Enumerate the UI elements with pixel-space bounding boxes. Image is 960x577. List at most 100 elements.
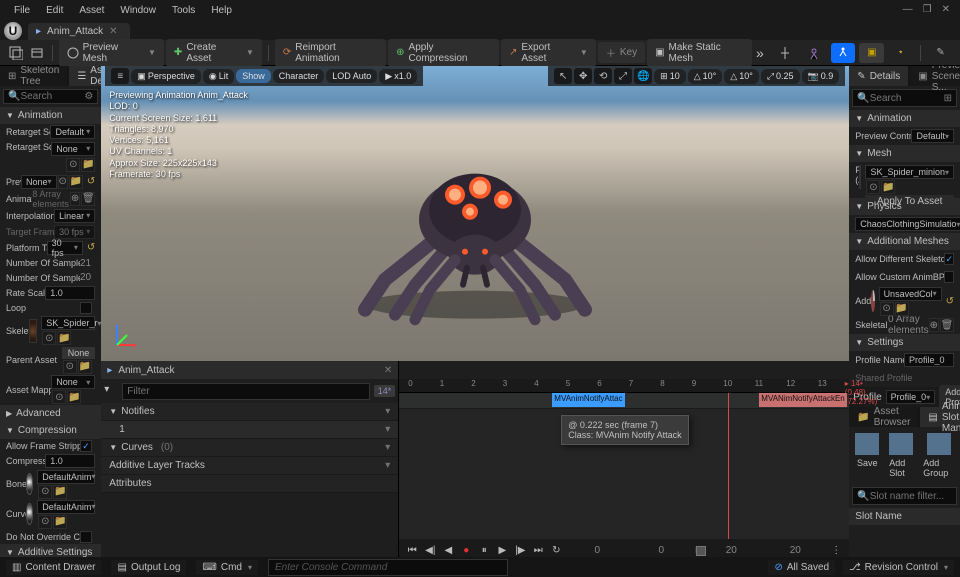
preview-pose-dropdown[interactable]: None▾: [21, 175, 57, 189]
start-frame[interactable]: 0: [567, 545, 627, 556]
do-not-override-checkbox[interactable]: [80, 531, 92, 543]
loop-icon[interactable]: ↻: [549, 543, 563, 557]
anim-asset-tab[interactable]: ▸ Anim_Attack ✕: [101, 361, 398, 379]
notify-subtrack[interactable]: 1▾: [101, 421, 398, 439]
use-icon[interactable]: ⊙: [880, 302, 894, 316]
use-icon[interactable]: ⊙: [38, 515, 52, 529]
skeleton-tree-tab[interactable]: ⊞Skeleton Tree: [0, 66, 67, 86]
preview-mesh-thumb[interactable]: [859, 165, 862, 189]
curve-compression-thumb[interactable]: [26, 503, 33, 525]
browse-icon[interactable]: [27, 43, 46, 63]
compression-error-input[interactable]: [45, 454, 95, 468]
add-group-button[interactable]: Add Group: [923, 433, 954, 478]
profile-dropdown[interactable]: Profile_0▾: [886, 390, 936, 404]
use-icon[interactable]: ⊙: [52, 390, 66, 404]
scrubhead[interactable]: [728, 393, 729, 539]
menu-asset[interactable]: Asset: [71, 3, 112, 18]
content-drawer-button[interactable]: ▥Content Drawer: [6, 560, 101, 575]
close-icon[interactable]: ✕: [384, 365, 392, 376]
browse-icon[interactable]: 📁: [881, 180, 895, 194]
bone-compression-thumb[interactable]: [26, 473, 33, 495]
use-icon[interactable]: ⊙: [38, 485, 52, 499]
window-maximize[interactable]: ❐: [923, 4, 932, 15]
step-fwd-icon[interactable]: |▶: [513, 543, 527, 557]
browse-icon[interactable]: 📁: [78, 360, 92, 374]
notifies-track[interactable]: ▼Notifies▾: [101, 403, 398, 421]
pause-icon[interactable]: ⏸: [477, 543, 491, 557]
preview-scene-tab[interactable]: ▣Preview Scene S...✕: [910, 66, 960, 86]
apply-compression-button[interactable]: ⊕Apply Compression: [388, 39, 499, 67]
make-static-mesh-button[interactable]: ▣Make Static Mesh: [647, 39, 752, 67]
compression-section[interactable]: ▼Compression: [0, 422, 101, 439]
document-tab[interactable]: ▸ Anim_Attack ✕: [28, 23, 130, 40]
vp-world-icon[interactable]: 🌐: [634, 68, 652, 84]
browse-icon[interactable]: 📁: [895, 302, 909, 316]
timeline-ruler[interactable]: 0 1 2 3 4 5 6 7 8 9 10 11 12 13 ▸ 14• (0…: [399, 379, 849, 393]
close-icon[interactable]: ✕: [109, 26, 117, 37]
vp-rotate-icon[interactable]: ⟲: [594, 68, 612, 84]
skeleton-thumb[interactable]: [29, 319, 38, 343]
lit-button[interactable]: ◉Lit: [203, 69, 234, 84]
reset-icon[interactable]: ↺: [87, 242, 95, 253]
skeleton-mode-icon[interactable]: [773, 43, 798, 63]
notifies-track-row[interactable]: MVAnimNotifyAttac MVANimNotifyAttackEn: [399, 393, 849, 409]
play-icon[interactable]: ▶: [495, 543, 509, 557]
cmd-button[interactable]: ⌨Cmd▾: [196, 560, 258, 575]
add-icon[interactable]: ⊕: [70, 192, 80, 206]
expand-icon[interactable]: ▾: [104, 384, 118, 398]
asset-browser-tab[interactable]: 📁Asset Browser: [849, 407, 918, 427]
settings-icon[interactable]: ⊞: [944, 93, 952, 104]
viewport-options-icon[interactable]: ≡: [111, 68, 129, 84]
vp-move-icon[interactable]: ✥: [574, 68, 592, 84]
curve-compression-dropdown[interactable]: DefaultAnim▾: [37, 500, 95, 514]
playhead-marker[interactable]: ▸ 14• (0.48) (72.27%): [845, 379, 877, 406]
advanced-section[interactable]: ▶Advanced: [0, 405, 101, 422]
physics-mode-icon[interactable]: ⋆: [888, 43, 913, 63]
anim-slot-tab[interactable]: ▤Anim Slot Mana...✕: [920, 407, 960, 427]
slot-filter-input[interactable]: [870, 491, 952, 502]
character-button[interactable]: Character: [273, 69, 325, 83]
menu-window[interactable]: Window: [112, 3, 164, 18]
interpolation-dropdown[interactable]: Linear▾: [54, 209, 95, 223]
menu-help[interactable]: Help: [203, 3, 240, 18]
key-button[interactable]: ＋Key: [598, 42, 645, 63]
skeleton-dropdown[interactable]: SK_Spider_r▾: [41, 316, 95, 330]
lod-button[interactable]: LOD Auto: [326, 69, 377, 83]
save-button[interactable]: Save: [855, 433, 879, 478]
slot-filter[interactable]: 🔍: [852, 487, 957, 505]
browse-icon[interactable]: 📁: [57, 331, 71, 345]
vp-scale-icon[interactable]: ⤢: [614, 68, 632, 84]
additive-layer-track[interactable]: Additive Layer Tracks▾: [101, 457, 398, 475]
trash-icon[interactable]: 🗑: [940, 318, 954, 332]
use-icon[interactable]: ⊙: [58, 175, 68, 189]
grid-snap[interactable]: ⊞10: [654, 69, 686, 84]
preview-mesh-button[interactable]: Preview Mesh▼: [59, 39, 164, 67]
browse-icon[interactable]: 📁: [53, 515, 67, 529]
use-icon[interactable]: ⊙: [66, 158, 80, 172]
overflow-icon[interactable]: »: [756, 45, 764, 61]
curves-track[interactable]: ▼Curves(0)▾: [101, 439, 398, 457]
play-back-icon[interactable]: ◀: [441, 543, 455, 557]
browse-icon[interactable]: 📁: [67, 390, 81, 404]
reimport-button[interactable]: ⟳Reimport Animation: [275, 39, 386, 67]
menu-file[interactable]: File: [6, 3, 38, 18]
notify-chip-attackend[interactable]: MVANimNotifyAttackEn: [759, 393, 846, 407]
details-search[interactable]: 🔍 ⚙: [3, 89, 98, 104]
main-menu-bar[interactable]: File Edit Asset Window Tools Help: [0, 0, 960, 20]
timeline-area[interactable]: MVAnimNotifyAttac MVANimNotifyAttackEn @…: [399, 393, 849, 539]
use-icon[interactable]: ⊙: [866, 180, 880, 194]
details-tab[interactable]: ✎Details: [849, 66, 908, 86]
show-button[interactable]: Show: [236, 69, 271, 83]
all-saved-button[interactable]: ⊘All Saved: [768, 560, 835, 575]
use-icon[interactable]: ⊙: [42, 331, 56, 345]
add-slot-button[interactable]: Add Slot: [889, 433, 913, 478]
to-end-icon[interactable]: ⏭: [531, 543, 545, 557]
search-input[interactable]: [870, 93, 944, 104]
mesh-mode-icon[interactable]: [802, 43, 827, 63]
to-start-icon[interactable]: ⏮: [405, 543, 419, 557]
scale-snap[interactable]: ⤢0.25: [761, 69, 800, 84]
clothing-dropdown[interactable]: ChaosClothingSimulatio▾: [855, 217, 960, 231]
animation-section-header[interactable]: ▼Animation: [0, 107, 101, 124]
attributes-track[interactable]: Attributes: [101, 475, 398, 493]
window-minimize[interactable]: —: [903, 4, 913, 15]
